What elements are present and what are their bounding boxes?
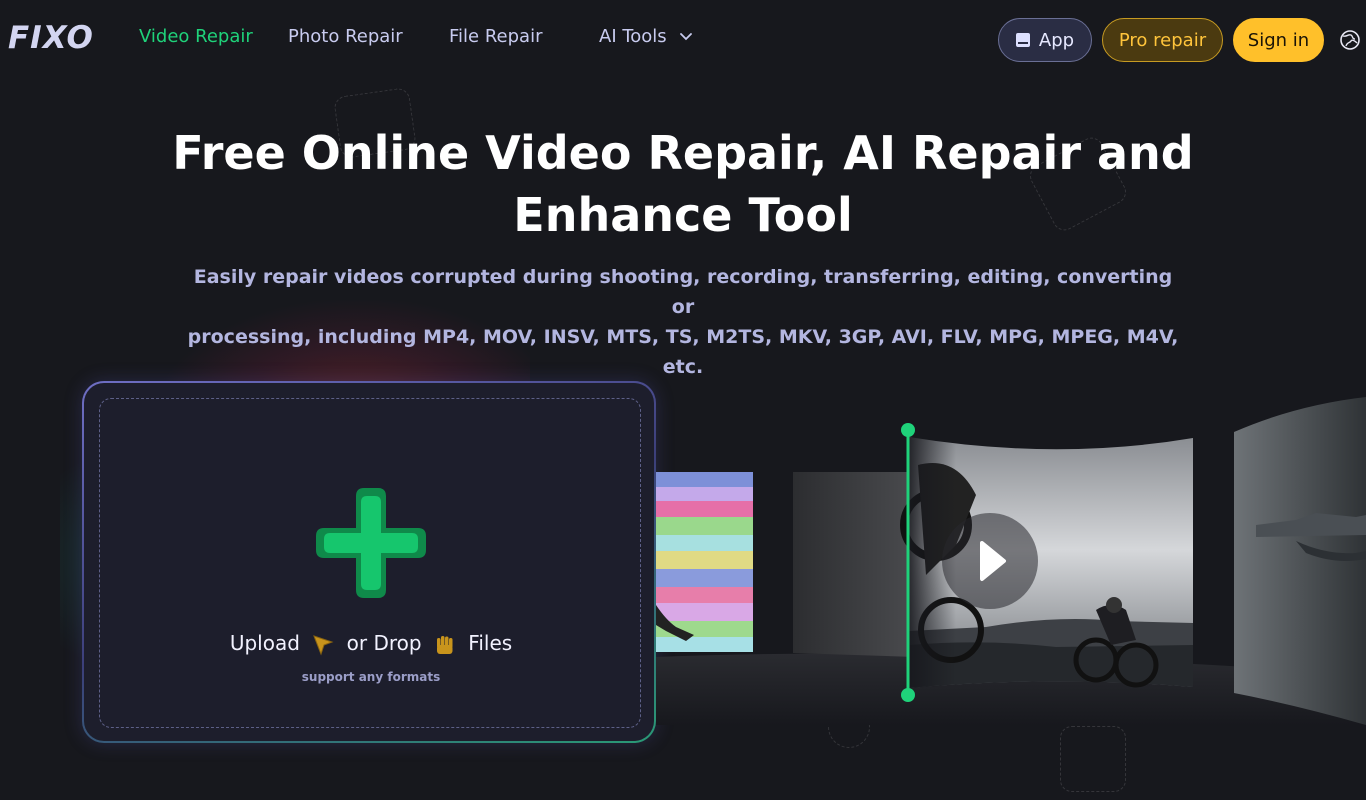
app-button-label: App — [1038, 29, 1075, 51]
or-drop-text: or Drop — [346, 631, 422, 655]
play-icon[interactable] — [942, 513, 1038, 609]
enhanced-photo-frame — [1234, 397, 1366, 725]
nav-ai-tools-label: AI Tools — [599, 26, 667, 47]
nav-video-repair[interactable]: Video Repair — [139, 26, 253, 47]
files-text: Files — [468, 631, 513, 655]
upload-card[interactable]: Upload or Drop Files support any formats — [82, 381, 656, 743]
sign-in-button[interactable]: Sign in — [1233, 18, 1324, 62]
upload-instruction: Upload or Drop Files — [100, 631, 642, 656]
globe-icon[interactable] — [1339, 29, 1361, 51]
page-title: Free Online Video Repair, AI Repair and … — [0, 122, 1366, 246]
nav-photo-repair[interactable]: Photo Repair — [288, 26, 403, 47]
page-title-line2: Enhance Tool — [513, 188, 853, 242]
pro-repair-button[interactable]: Pro repair — [1102, 18, 1223, 62]
support-formats-text: support any formats — [301, 670, 441, 684]
hand-icon — [436, 635, 453, 654]
transition-panel — [793, 472, 916, 657]
corrupted-frame — [656, 472, 753, 652]
page-subtitle: Easily repair videos corrupted during sh… — [183, 262, 1183, 382]
app-button[interactable]: App — [998, 18, 1092, 62]
page-title-line1: Free Online Video Repair, AI Repair and — [172, 126, 1194, 180]
top-navigation: FIXO Video Repair Photo Repair File Repa… — [0, 0, 1366, 78]
nav-file-repair[interactable]: File Repair — [449, 26, 542, 47]
music-deco-icon — [1060, 726, 1126, 792]
page-subtitle-line2: processing, including MP4, MOV, INSV, MT… — [187, 326, 1179, 378]
nav-ai-tools[interactable]: AI Tools — [599, 26, 693, 47]
app-icon — [1015, 33, 1030, 47]
cursor-icon — [313, 634, 334, 655]
file-dropzone[interactable]: Upload or Drop Files support any formats — [99, 398, 641, 728]
fixo-logo[interactable]: FIXO — [8, 20, 94, 56]
chevron-down-icon — [680, 33, 693, 41]
video-repair-demo — [656, 397, 1366, 725]
plus-icon[interactable] — [316, 488, 426, 598]
page-subtitle-line1: Easily repair videos corrupted during sh… — [193, 266, 1173, 318]
upload-text: Upload — [229, 631, 300, 655]
